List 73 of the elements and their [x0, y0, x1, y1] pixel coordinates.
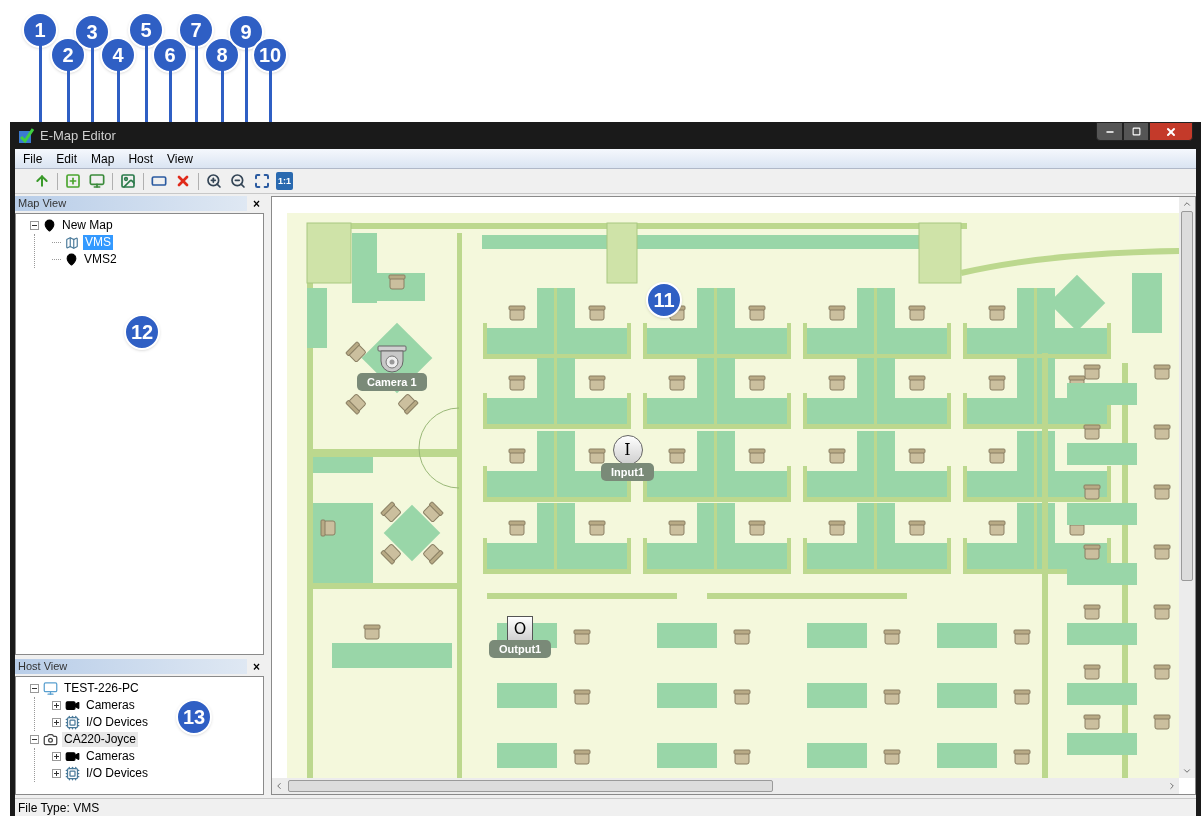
pin-icon — [65, 253, 78, 266]
maximize-button[interactable] — [1123, 122, 1149, 141]
zoom-out-button[interactable] — [228, 171, 248, 191]
maximize-icon — [1131, 127, 1141, 136]
pin-icon — [43, 219, 56, 232]
image-icon — [120, 173, 136, 189]
marker-label: Input1 — [601, 463, 654, 481]
chip-icon — [65, 715, 80, 730]
vertical-scrollbar[interactable] — [1179, 197, 1195, 778]
map-icon — [65, 235, 79, 250]
chip-icon — [65, 766, 80, 781]
menu-item[interactable]: Edit — [56, 149, 78, 168]
menu-item[interactable]: Map — [91, 149, 115, 168]
minimize-button[interactable] — [1096, 122, 1123, 141]
marker-label: Output1 — [489, 640, 552, 658]
monitor-icon — [43, 681, 58, 696]
callout-badge: 10 — [252, 37, 288, 73]
dome-camera-icon[interactable] — [375, 345, 408, 375]
add-monitor-icon — [89, 173, 105, 189]
camera-icon — [43, 732, 58, 747]
close-button[interactable]: × — [253, 197, 260, 210]
callout-badge: 13 — [176, 699, 212, 735]
expand-toggle-icon[interactable] — [52, 769, 61, 778]
callout-badge: 3 — [74, 14, 110, 50]
tree-item[interactable]: Cameras — [84, 749, 137, 764]
expand-toggle-icon[interactable] — [52, 718, 61, 727]
rectangle-icon — [151, 173, 167, 189]
marker-label: Camera 1 — [357, 373, 427, 391]
panel-title: Map View — [15, 196, 247, 211]
camera-icon — [65, 698, 80, 713]
tree-item[interactable]: CA220-Joyce — [62, 732, 139, 747]
horizontal-scrollbar[interactable] — [272, 778, 1179, 794]
menu-item[interactable]: Host — [128, 149, 154, 168]
collapse-toggle-icon[interactable] — [30, 221, 39, 230]
callout-badge: 7 — [178, 12, 214, 48]
tree-item[interactable]: Cameras — [84, 698, 137, 713]
zoom-in-button[interactable] — [204, 171, 224, 191]
menu-item[interactable]: View — [167, 149, 193, 168]
add-map-icon — [65, 173, 81, 189]
collapse-toggle-icon[interactable] — [30, 684, 39, 693]
callout-badge: 8 — [204, 37, 240, 73]
close-window-button[interactable] — [1149, 122, 1193, 141]
close-button[interactable]: × — [253, 660, 260, 673]
window-title: E-Map Editor — [40, 126, 116, 145]
callout-badge: 2 — [50, 37, 86, 73]
zoom-out-icon — [230, 173, 246, 189]
expand-toggle-icon[interactable] — [52, 752, 61, 761]
app-logo-icon — [18, 127, 34, 144]
tree-item[interactable]: I/O Devices — [84, 766, 150, 781]
delete-icon — [175, 173, 191, 189]
tree-item[interactable]: New Map — [60, 218, 115, 233]
callout-badge: 12 — [124, 314, 160, 350]
close-icon — [1165, 125, 1177, 138]
callout-badge: 1 — [22, 12, 58, 48]
menu-item[interactable]: File — [23, 149, 43, 168]
callout-badge: 6 — [152, 37, 188, 73]
output-marker[interactable]: O — [507, 616, 534, 642]
collapse-toggle-icon[interactable] — [30, 735, 39, 744]
callout-badge: 4 — [100, 37, 136, 73]
image-button[interactable] — [118, 171, 138, 191]
actual-size-button[interactable]: 1:1 — [276, 172, 293, 190]
tree-item[interactable]: VMS2 — [82, 252, 119, 267]
zoom-in-icon — [206, 173, 222, 189]
fit-icon — [254, 173, 270, 189]
panel-title: Host View — [15, 659, 247, 674]
fit-button[interactable] — [252, 171, 272, 191]
status-text: File Type: VMS — [18, 799, 100, 816]
callout-badge: 5 — [128, 12, 164, 48]
expand-toggle-icon[interactable] — [52, 701, 61, 710]
add-host-button[interactable] — [87, 171, 107, 191]
tree-item[interactable]: TEST-226-PC — [62, 681, 141, 696]
camera-icon — [65, 749, 80, 764]
tree-item[interactable]: I/O Devices — [84, 715, 150, 730]
